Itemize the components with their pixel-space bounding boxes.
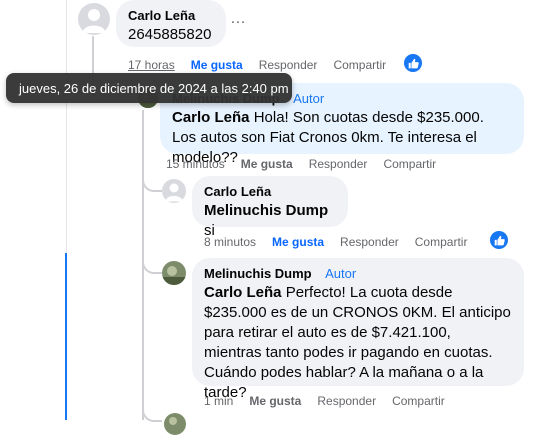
share-button[interactable]: Compartir [383,157,436,171]
comment-actions: 8 minutos Me gusta Responder Compartir [204,235,483,249]
reply-button[interactable]: Responder [309,157,368,171]
comment-bubble: Carlo Leña 2645885820 [116,0,226,47]
comment-timestamp[interactable]: 15 minutos [166,157,225,171]
share-button[interactable]: Compartir [333,58,386,72]
avatar[interactable] [162,261,186,285]
comment-timestamp[interactable]: 8 minutos [204,235,256,249]
comment-text: Carlo Leña Perfecto! La cuota desde $235… [204,283,512,403]
comment-bubble: Carlo Leña Melinuchis Dump si [192,176,348,239]
person-silhouette-icon [82,9,106,33]
like-button[interactable]: Me gusta [191,58,243,72]
comment-header: Melinuchis Dump Autor [204,265,512,283]
comment-timestamp[interactable]: 1 min [204,394,233,408]
mention-link[interactable]: Carlo Leña [172,109,250,126]
like-button[interactable]: Me gusta [249,394,301,408]
avatar[interactable] [162,179,186,203]
thread-connector [142,168,162,192]
comment-timestamp[interactable]: 17 horas [128,58,175,72]
timestamp-tooltip: jueves, 26 de diciembre de 2024 a las 2:… [6,73,292,103]
reply-button[interactable]: Responder [259,58,318,72]
thread-connector [142,250,162,274]
author-badge: Autor [325,266,357,281]
share-button[interactable]: Compartir [392,394,445,408]
comment-author[interactable]: Carlo Leña [128,8,195,23]
like-button[interactable]: Me gusta [241,157,293,171]
left-gutter [0,0,67,420]
mention-link[interactable]: Carlo Leña [204,284,282,301]
comment-author[interactable]: Carlo Leña [204,184,271,199]
comment-text-body: Perfecto! La cuota desde $235.000 es de … [204,284,511,401]
comment-text: 2645885820 [128,26,212,43]
more-options-button[interactable]: … [230,10,247,28]
comment-author[interactable]: Melinuchis Dump [204,266,312,281]
thumbs-up-icon[interactable] [490,231,508,249]
scroll-indicator [65,253,67,420]
avatar[interactable] [78,3,110,35]
profile-photo-icon [162,261,186,285]
comment-actions: 17 horas Me gusta Responder Compartir [128,58,402,72]
like-button[interactable]: Me gusta [272,235,324,249]
comment-actions: 1 min Me gusta Responder Compartir [204,394,461,408]
reply-button[interactable]: Responder [340,235,399,249]
author-badge: Autor [293,91,325,106]
thread-connector [142,400,162,422]
person-silhouette-icon [165,183,183,202]
mention-link[interactable]: Melinuchis Dump [204,202,328,219]
avatar[interactable] [164,413,186,435]
reply-button[interactable]: Responder [317,394,376,408]
comment-actions: 15 minutos Me gusta Responder Compartir [166,157,452,171]
profile-photo-icon [164,413,186,435]
share-button[interactable]: Compartir [415,235,468,249]
comment-thread: Carlo Leña 2645885820 … 17 horas Me gust… [0,0,542,435]
thumbs-up-icon[interactable] [404,54,422,72]
comment-bubble: Melinuchis Dump Autor Carlo Leña Perfect… [192,258,524,401]
